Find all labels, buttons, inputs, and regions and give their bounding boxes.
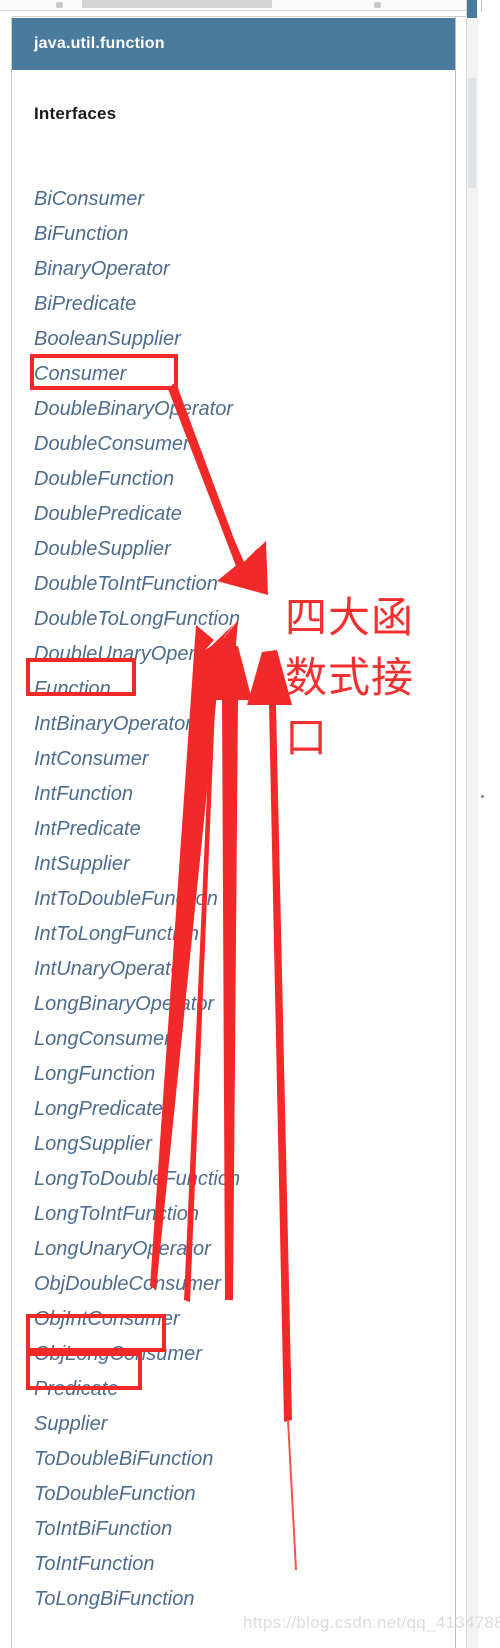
interface-item[interactable]: DoubleSupplier <box>34 534 454 569</box>
interface-item[interactable]: Predicate <box>34 1374 454 1409</box>
browser-toolbar <box>0 0 467 11</box>
package-header: java.util.function <box>12 18 455 70</box>
interface-item[interactable]: DoublePredicate <box>34 499 454 534</box>
interface-item[interactable]: ToDoubleFunction <box>34 1479 454 1514</box>
interface-item[interactable]: ObjLongConsumer <box>34 1339 454 1374</box>
interface-item[interactable]: LongPredicate <box>34 1094 454 1129</box>
scrollbar-thumb[interactable] <box>467 0 477 18</box>
interface-item[interactable]: BinaryOperator <box>34 254 454 289</box>
page-root: java.util.function Interfaces BiConsumer… <box>0 0 500 1648</box>
interface-item[interactable]: LongSupplier <box>34 1129 454 1164</box>
menu-icon[interactable] <box>374 2 381 8</box>
interface-item[interactable]: LongFunction <box>34 1059 454 1094</box>
interface-item[interactable]: BiConsumer <box>34 184 454 219</box>
interface-item[interactable]: DoubleFunction <box>34 464 454 499</box>
interface-item[interactable]: IntToDoubleFunction <box>34 884 454 919</box>
interface-list: BiConsumer BiFunction BinaryOperator BiPred… <box>34 184 454 1619</box>
page-title: java.util.function <box>34 35 165 52</box>
outer-right-margin <box>479 0 500 1648</box>
frame-left-border <box>11 17 12 1648</box>
watermark-text: https://blog.csdn.net/qq_41347885 <box>243 1613 500 1632</box>
interface-item[interactable]: ObjDoubleConsumer <box>34 1269 454 1304</box>
interface-item[interactable]: Consumer <box>34 359 454 394</box>
ruler-tick-icon <box>481 795 484 798</box>
interface-item[interactable]: IntFunction <box>34 779 454 814</box>
interface-item[interactable]: ToIntBiFunction <box>34 1514 454 1549</box>
interface-item[interactable]: ToIntFunction <box>34 1549 454 1584</box>
frame-right-border <box>455 17 456 1648</box>
interface-item[interactable]: BooleanSupplier <box>34 324 454 359</box>
interface-item[interactable]: ObjIntConsumer <box>34 1304 454 1339</box>
interface-item[interactable]: IntUnaryOperator <box>34 954 454 989</box>
vertical-scrollbar[interactable] <box>466 0 478 1648</box>
interface-item[interactable]: BiPredicate <box>34 289 454 324</box>
interface-item[interactable]: Supplier <box>34 1409 454 1444</box>
chinese-annotation-note: 四大函数式接口 <box>285 593 415 762</box>
interface-item[interactable]: DoubleConsumer <box>34 429 454 464</box>
toolbar-divider <box>12 16 467 17</box>
interface-item[interactable]: LongToDoubleFunction <box>34 1164 454 1199</box>
back-arrow-icon[interactable] <box>56 2 63 8</box>
interface-item[interactable]: LongConsumer <box>34 1024 454 1059</box>
section-heading: Interfaces <box>34 104 117 123</box>
interface-item[interactable]: LongToIntFunction <box>34 1199 454 1234</box>
interface-item[interactable]: LongUnaryOperator <box>34 1234 454 1269</box>
interface-item[interactable]: LongBinaryOperator <box>34 989 454 1024</box>
interface-item[interactable]: DoubleBinaryOperator <box>34 394 454 429</box>
interface-item[interactable]: ToDoubleBiFunction <box>34 1444 454 1479</box>
interface-item[interactable]: IntToLongFunction <box>34 919 454 954</box>
interface-item[interactable]: IntSupplier <box>34 849 454 884</box>
interface-item[interactable]: BiFunction <box>34 219 454 254</box>
interface-item[interactable]: IntPredicate <box>34 814 454 849</box>
outer-right-divider <box>481 0 482 12</box>
scrollbar-thumb-secondary[interactable] <box>468 78 476 188</box>
search-input[interactable] <box>82 0 272 8</box>
